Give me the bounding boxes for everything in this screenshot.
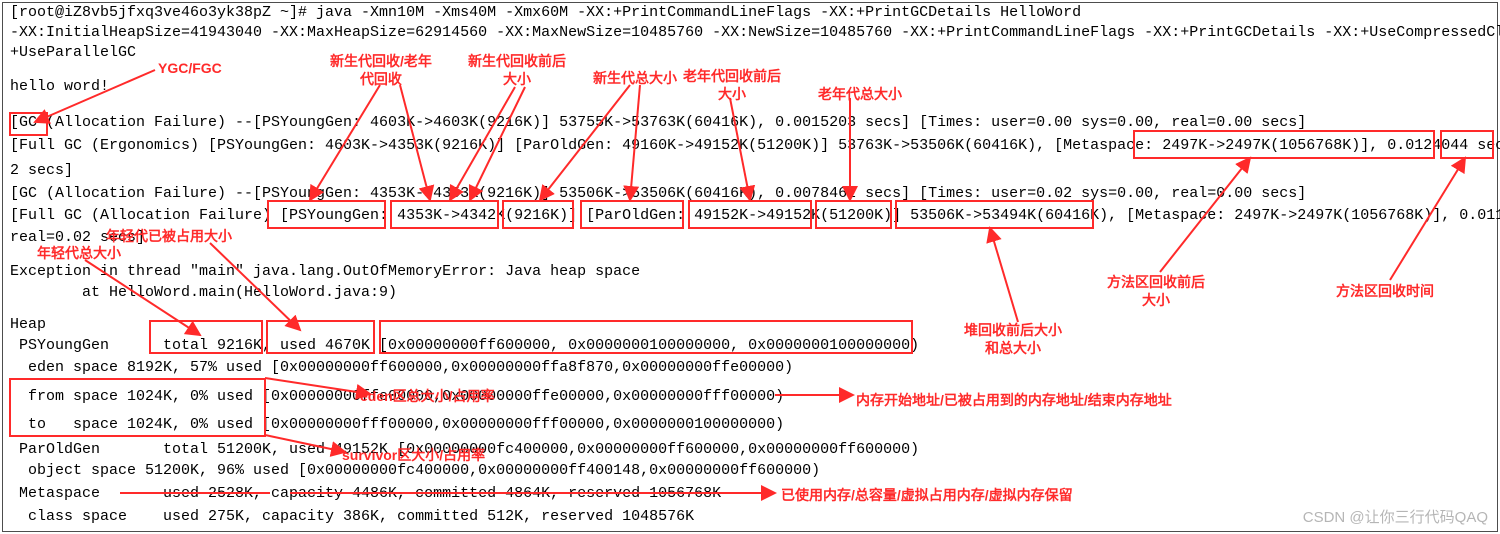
term-line: PSYoungGen total 9216K, used 4670K [0x00… <box>10 337 919 356</box>
term-line: [root@iZ8vb5jfxq3ve46o3yk38pZ ~]# java -… <box>10 4 1081 23</box>
term-line: 2 secs] <box>10 162 73 181</box>
term-line: from space 1024K, 0% used [0x00000000ffe… <box>10 388 784 407</box>
term-line: real=0.02 secs] <box>10 229 145 248</box>
term-line: to space 1024K, 0% used [0x00000000fff00… <box>10 416 784 435</box>
term-line: at HelloWord.main(HelloWord.java:9) <box>10 284 397 303</box>
term-line: -XX:InitialHeapSize=41943040 -XX:MaxHeap… <box>10 24 1500 43</box>
term-line: [GC (Allocation Failure) --[PSYoungGen: … <box>10 114 1306 133</box>
term-line: [GC (Allocation Failure) --[PSYoungGen: … <box>10 185 1306 204</box>
term-line: eden space 8192K, 57% used [0x00000000ff… <box>10 359 793 378</box>
term-line: [Full GC (Ergonomics) [PSYoungGen: 4603K… <box>10 137 1500 156</box>
watermark: CSDN @让你三行代码QAQ <box>1303 509 1488 528</box>
term-line: +UseParallelGC <box>10 44 136 63</box>
term-line: object space 51200K, 96% used [0x0000000… <box>10 462 820 481</box>
term-line: ParOldGen total 51200K, used 49152K [0x0… <box>10 441 919 460</box>
term-line: Metaspace used 2528K, capacity 4486K, co… <box>10 485 721 504</box>
term-line: [Full GC (Allocation Failure) [PSYoungGe… <box>10 207 1500 226</box>
term-line: Exception in thread "main" java.lang.Out… <box>10 263 640 282</box>
term-line: Heap <box>10 316 46 335</box>
term-line: class space used 275K, capacity 386K, co… <box>10 508 694 527</box>
term-line: hello word! <box>10 78 109 97</box>
